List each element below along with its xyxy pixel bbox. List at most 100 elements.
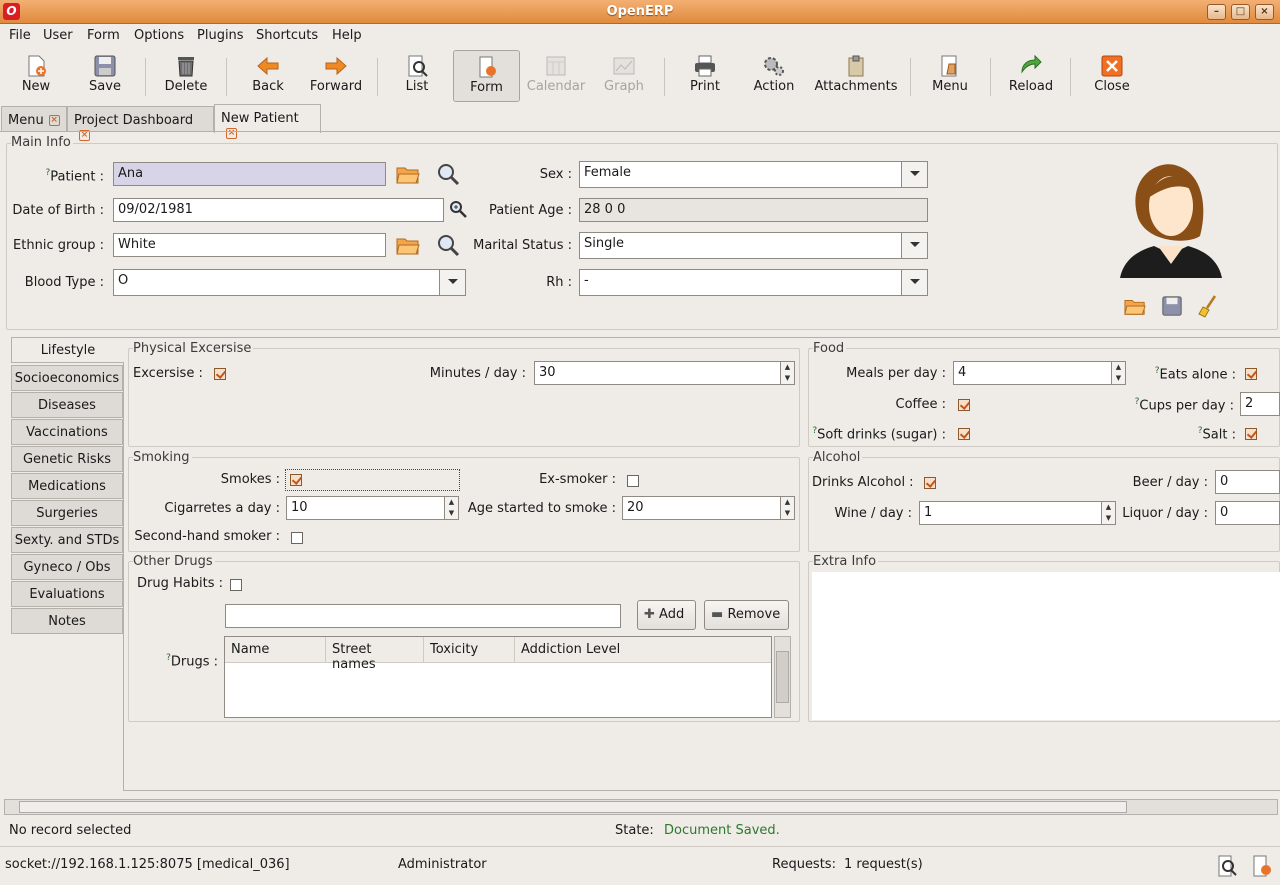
side-tab-socioeconomics[interactable]: Socioeconomics (11, 365, 123, 391)
menu-options[interactable]: Options (134, 28, 184, 43)
ethnic-field[interactable]: White (113, 233, 386, 257)
side-tab-notes[interactable]: Notes (11, 608, 123, 634)
side-tab-genetic-risks[interactable]: Genetic Risks (11, 446, 123, 472)
open-folder-icon[interactable] (395, 233, 421, 257)
wine-field[interactable]: 1 ▲ ▼ (919, 501, 1116, 525)
list-view-button[interactable]: List (391, 50, 443, 102)
action-button[interactable]: Action (748, 50, 800, 102)
current-user: Administrator (398, 857, 487, 872)
form-view-button[interactable]: Form (453, 50, 520, 102)
drug-search-input[interactable] (225, 604, 621, 628)
tab-new-patient[interactable]: New Patient× (214, 104, 321, 139)
search-record-icon[interactable] (435, 233, 461, 257)
spinner-arrows-icon[interactable]: ▲ ▼ (1111, 362, 1125, 384)
beer-field[interactable]: 0 (1215, 470, 1280, 494)
salt-checkbox[interactable] (1245, 428, 1257, 440)
liquor-field[interactable]: 0 (1215, 501, 1280, 525)
menu-help[interactable]: Help (332, 28, 362, 43)
open-folder-icon[interactable] (395, 162, 421, 186)
side-tab-lifestyle[interactable]: Lifestyle (11, 337, 124, 363)
save-image-icon[interactable] (1160, 295, 1184, 317)
side-tab-sexty-stds[interactable]: Sexty. and STDs (11, 527, 123, 553)
side-tab-gyneco-obs[interactable]: Gyneco / Obs (11, 554, 123, 580)
column-name[interactable]: Name (225, 637, 326, 663)
extra-info-textarea[interactable] (812, 572, 1280, 720)
rh-select[interactable]: - (579, 269, 928, 296)
search-requests-icon[interactable] (1215, 854, 1239, 878)
tab-menu[interactable]: Menu × (1, 106, 67, 132)
column-street-names[interactable]: Street names (326, 637, 424, 672)
age-started-label: Age started to smoke : (467, 501, 616, 516)
blood-type-select[interactable]: O (113, 269, 466, 296)
scroll-thumb[interactable] (776, 651, 789, 703)
maximize-button[interactable]: □ (1231, 4, 1250, 20)
menu-plugins[interactable]: Plugins (197, 28, 244, 43)
cigarettes-label: Cigarretes a day : (164, 501, 280, 516)
close-button[interactable]: Close (1086, 50, 1138, 102)
attachments-button[interactable]: Attachments (812, 50, 900, 102)
drinks-alcohol-checkbox[interactable] (924, 477, 936, 489)
soft-drinks-checkbox[interactable] (958, 428, 970, 440)
tab-project-dashboard[interactable]: Project Dashboard× (67, 106, 214, 141)
spinner-arrows-icon[interactable]: ▲ ▼ (780, 497, 794, 519)
close-window-button[interactable]: × (1255, 4, 1274, 20)
coffee-checkbox[interactable] (958, 399, 970, 411)
clear-image-icon[interactable] (1197, 294, 1221, 318)
scroll-thumb[interactable] (19, 801, 1127, 813)
calendar-view-button[interactable]: Calendar (526, 50, 586, 102)
toolbar-separator (990, 58, 991, 96)
minutes-field[interactable]: 30 ▲ ▼ (534, 361, 795, 385)
spinner-arrows-icon[interactable]: ▲ ▼ (780, 362, 794, 384)
smokes-label: Smokes : (220, 472, 280, 487)
menu-form[interactable]: Form (87, 28, 120, 43)
second-hand-checkbox[interactable] (291, 532, 303, 544)
column-addiction-level[interactable]: Addiction Level (515, 637, 771, 663)
eats-alone-checkbox[interactable] (1245, 368, 1257, 380)
plus-icon: ✚ (644, 607, 655, 622)
side-tab-surgeries[interactable]: Surgeries (11, 500, 123, 526)
close-tab-icon[interactable]: × (48, 115, 60, 126)
horizontal-scrollbar[interactable] (4, 799, 1278, 815)
menu-user[interactable]: User (43, 28, 73, 43)
ex-smoker-checkbox[interactable] (627, 475, 639, 487)
column-toxicity[interactable]: Toxicity (424, 637, 515, 663)
print-button[interactable]: Print (680, 50, 730, 102)
age-started-field[interactable]: 20 ▲ ▼ (622, 496, 795, 520)
drugs-scrollbar[interactable] (774, 636, 791, 718)
reload-button[interactable]: Reload (1002, 50, 1060, 102)
delete-button[interactable]: Delete (158, 50, 214, 102)
save-button[interactable]: Save (78, 50, 132, 102)
menu-button[interactable]: Menu (924, 50, 976, 102)
drug-habits-checkbox[interactable] (230, 579, 242, 591)
marital-status-select[interactable]: Single (579, 232, 928, 259)
graph-view-button[interactable]: Graph (598, 50, 650, 102)
side-tab-diseases[interactable]: Diseases (11, 392, 123, 418)
dob-field[interactable]: 09/02/1981 (113, 198, 444, 222)
spinner-arrows-icon[interactable]: ▲ ▼ (1101, 502, 1115, 524)
form-icon (479, 56, 496, 78)
side-tab-vaccinations[interactable]: Vaccinations (11, 419, 123, 445)
remove-drug-button[interactable]: ▬ Remove (704, 600, 789, 630)
new-button[interactable]: New (10, 50, 62, 102)
forward-button[interactable]: Forward (306, 50, 366, 102)
cups-field[interactable]: 2 (1240, 392, 1280, 416)
side-tab-medications[interactable]: Medications (11, 473, 123, 499)
search-record-icon[interactable] (435, 162, 461, 186)
spinner-arrows-icon[interactable]: ▲ ▼ (444, 497, 458, 519)
add-drug-button[interactable]: ✚ Add (637, 600, 696, 630)
date-picker-icon[interactable] (448, 199, 468, 219)
cigarettes-field[interactable]: 10 ▲ ▼ (286, 496, 459, 520)
sex-select[interactable]: Female (579, 161, 928, 188)
patient-field[interactable]: Ana (113, 162, 386, 186)
smokes-checkbox[interactable] (290, 474, 302, 486)
close-tab-icon[interactable]: × (226, 128, 237, 139)
back-button[interactable]: Back (240, 50, 296, 102)
side-tab-evaluations[interactable]: Evaluations (11, 581, 123, 607)
open-image-icon[interactable] (1123, 295, 1147, 317)
meals-field[interactable]: 4 ▲ ▼ (953, 361, 1126, 385)
menu-shortcuts[interactable]: Shortcuts (256, 28, 318, 43)
minimize-button[interactable]: – (1207, 4, 1226, 20)
excersise-checkbox[interactable] (214, 368, 226, 380)
new-request-icon[interactable] (1250, 854, 1274, 878)
menu-file[interactable]: File (9, 28, 31, 43)
